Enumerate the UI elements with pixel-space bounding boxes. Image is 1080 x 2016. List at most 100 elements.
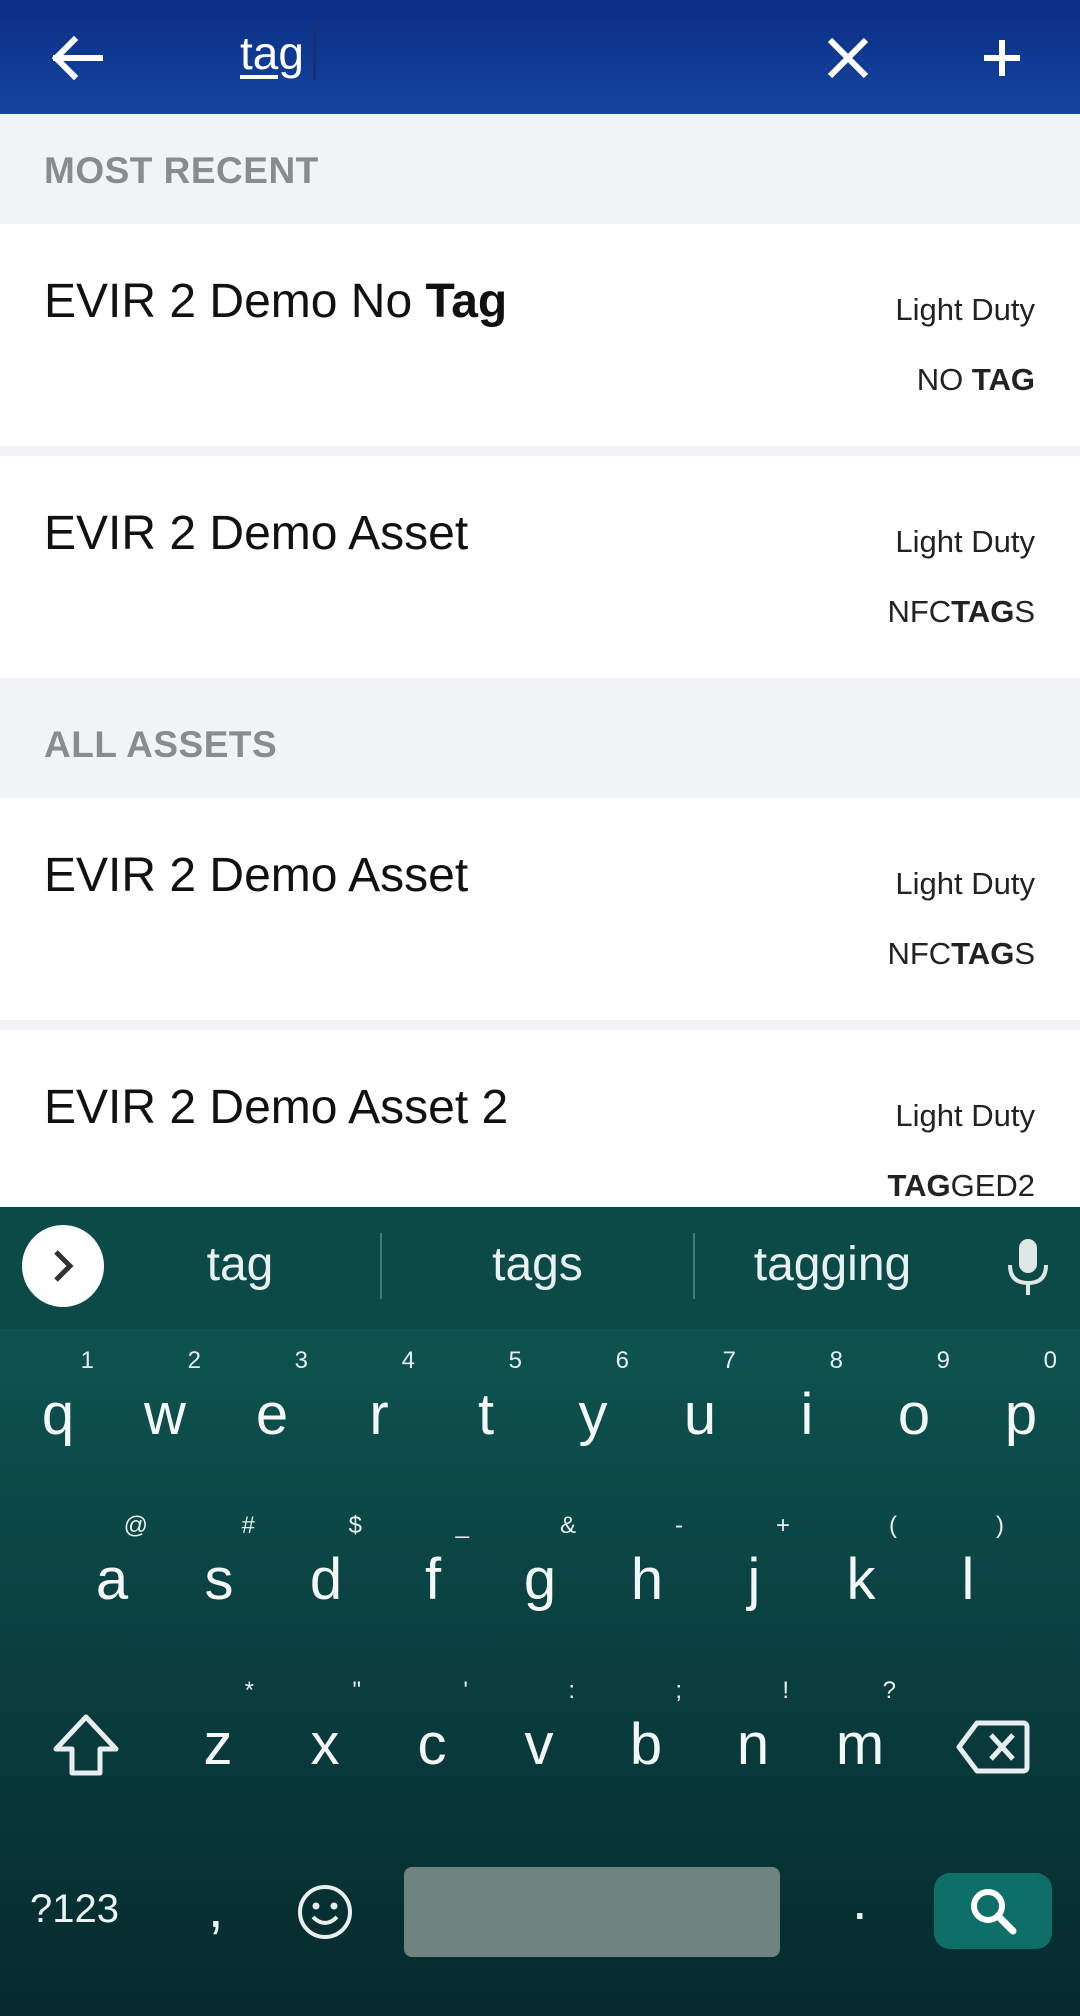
search-app-bar <box>0 0 1080 114</box>
add-button[interactable] <box>962 18 1042 98</box>
key-u[interactable]: 7u <box>650 1347 750 1467</box>
asset-tag: NO TAG <box>916 362 1035 397</box>
key-hint: 3 <box>294 1347 308 1374</box>
suggestion-3[interactable]: tagging <box>720 1237 945 1292</box>
key-z[interactable]: * z <box>168 1677 268 1797</box>
key-hint: ) <box>996 1512 1004 1539</box>
key-p[interactable]: 0p <box>971 1347 1071 1467</box>
key-label: k <box>846 1547 876 1612</box>
asset-name: EVIR 2 Demo Asset <box>44 849 469 902</box>
voice-input-button[interactable] <box>1000 1237 1056 1297</box>
period-key[interactable]: . <box>852 1867 868 1932</box>
back-button[interactable] <box>38 18 118 98</box>
key-c[interactable]: ' c <box>382 1677 482 1797</box>
key-hint: ( <box>889 1512 897 1539</box>
emoji-key[interactable] <box>296 1883 354 1941</box>
key-hint: 9 <box>936 1347 950 1374</box>
key-b[interactable]: ; b <box>596 1677 696 1797</box>
key-label: v <box>524 1712 554 1777</box>
key-k[interactable]: (k <box>811 1512 911 1632</box>
asset-name: EVIR 2 Demo Asset 2 <box>44 1081 509 1134</box>
key-e[interactable]: 3e <box>222 1347 322 1467</box>
key-label: c <box>417 1712 447 1777</box>
microphone-icon <box>1008 1239 1048 1295</box>
search-submit-key[interactable] <box>934 1873 1052 1949</box>
key-hint: 0 <box>1043 1347 1057 1374</box>
key-j[interactable]: + j <box>704 1512 804 1632</box>
key-hint: " <box>352 1677 361 1704</box>
key-label: w <box>144 1382 186 1447</box>
key-a[interactable]: @ a <box>62 1512 162 1632</box>
key-label: f <box>424 1547 442 1612</box>
comma-key[interactable]: , <box>208 1875 224 1940</box>
key-hint: & <box>559 1512 576 1539</box>
key-t[interactable]: 5t <box>436 1347 536 1467</box>
asset-row[interactable]: EVIR 2 Demo Asset Light Duty NFCTAGS <box>0 798 1080 1020</box>
key-hint: 1 <box>80 1347 94 1374</box>
plus-icon <box>984 40 1020 76</box>
key-hint: ? <box>882 1677 896 1704</box>
key-m[interactable]: ? m <box>810 1677 910 1797</box>
key-label: o <box>897 1382 931 1447</box>
key-d[interactable]: $ d <box>276 1512 376 1632</box>
key-s[interactable]: # s <box>169 1512 269 1632</box>
key-hint: + <box>775 1512 790 1539</box>
key-l[interactable]: ) l <box>918 1512 1018 1632</box>
key-label: j <box>747 1547 761 1612</box>
asset-row[interactable]: EVIR 2 Demo No Tag Light Duty NO TAG <box>0 224 1080 446</box>
key-label: l <box>961 1547 975 1612</box>
key-label: y <box>578 1382 608 1447</box>
arrow-left-icon <box>52 36 103 80</box>
key-i[interactable]: 8i <box>757 1347 857 1467</box>
suggestion-divider <box>693 1233 695 1299</box>
key-f[interactable]: _ f <box>383 1512 483 1632</box>
key-hint: 5 <box>508 1347 522 1374</box>
section-header-all-assets: ALL ASSETS <box>0 688 1080 798</box>
key-y[interactable]: 6y <box>543 1347 643 1467</box>
asset-row[interactable]: EVIR 2 Demo Asset Light Duty NFCTAGS <box>0 456 1080 678</box>
expand-toolbar-button[interactable] <box>22 1225 104 1307</box>
suggestion-strip: tag tags tagging <box>0 1207 1080 1329</box>
key-o[interactable]: 9o <box>864 1347 964 1467</box>
key-q[interactable]: 1q <box>8 1347 108 1467</box>
clear-search-button[interactable] <box>808 18 888 98</box>
key-hint: 7 <box>722 1347 736 1374</box>
suggestion-1[interactable]: tag <box>140 1237 340 1292</box>
asset-type: Light Duty <box>895 866 1035 901</box>
asset-name: EVIR 2 Demo No Tag <box>44 275 508 328</box>
asset-type: Light Duty <box>895 524 1035 559</box>
key-hint: ' <box>463 1677 468 1704</box>
key-label: t <box>477 1382 495 1447</box>
key-hint: * <box>244 1677 254 1704</box>
asset-type: Light Duty <box>895 292 1035 327</box>
key-h[interactable]: -h <box>597 1512 697 1632</box>
key-hint: # <box>241 1512 255 1539</box>
key-label: x <box>310 1712 340 1777</box>
key-hint: : <box>568 1677 575 1704</box>
key-label: h <box>630 1547 664 1612</box>
key-hint: _ <box>455 1512 469 1539</box>
key-w[interactable]: 2w <box>115 1347 215 1467</box>
key-label: n <box>736 1712 770 1777</box>
section-title: MOST RECENT <box>44 150 319 191</box>
key-n[interactable]: ! n <box>703 1677 803 1797</box>
text-cursor <box>313 24 316 80</box>
search-input[interactable] <box>240 20 700 86</box>
symbols-key[interactable]: ?123 <box>30 1887 119 1932</box>
section-title: ALL ASSETS <box>44 724 278 765</box>
key-x[interactable]: " x <box>275 1677 375 1797</box>
shift-key[interactable] <box>50 1711 122 1783</box>
key-label: q <box>41 1382 75 1447</box>
suggestion-2[interactable]: tags <box>420 1237 655 1292</box>
space-key[interactable] <box>404 1867 780 1957</box>
key-label: e <box>255 1382 289 1447</box>
key-g[interactable]: & g <box>490 1512 590 1632</box>
key-hint: @ <box>123 1512 148 1539</box>
backspace-key[interactable] <box>955 1717 1031 1777</box>
key-r[interactable]: 4r <box>329 1347 429 1467</box>
key-label: u <box>683 1382 717 1447</box>
key-label: p <box>1004 1382 1038 1447</box>
section-header-most-recent: MOST RECENT <box>0 114 1080 224</box>
soft-keyboard: tag tags tagging 1q2w3e4r5t6y7u8i9o0p @ a… <box>0 1207 1080 2016</box>
key-v[interactable]: :v <box>489 1677 589 1797</box>
